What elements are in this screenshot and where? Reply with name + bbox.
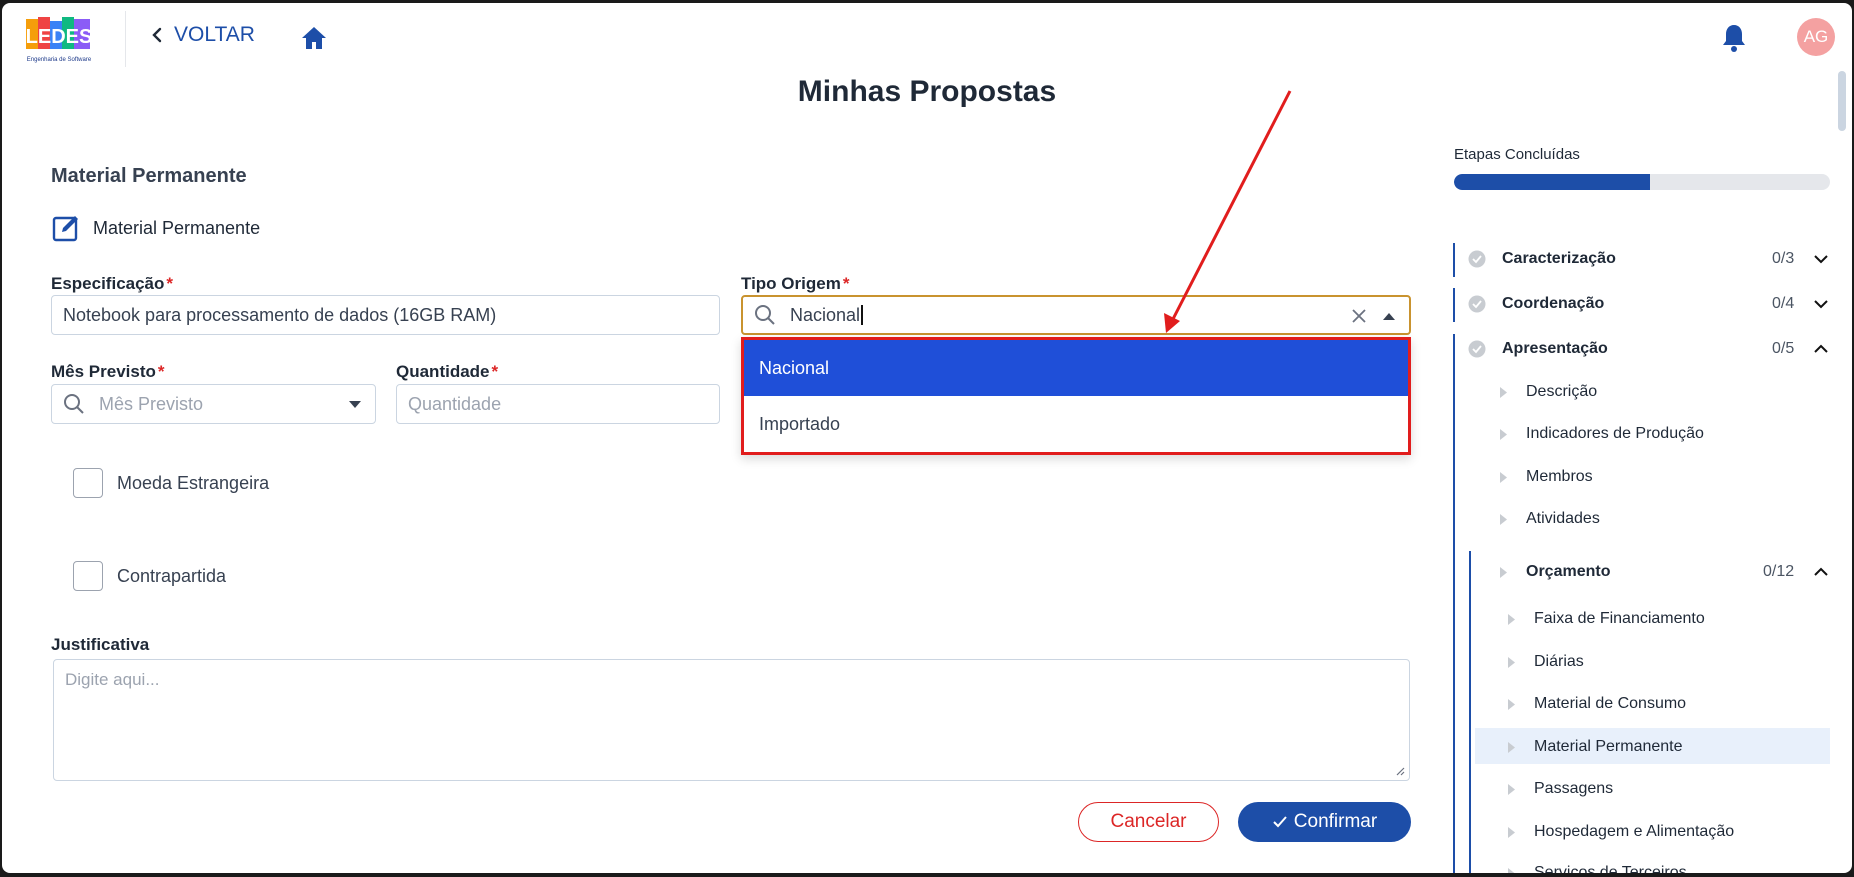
sidebar-item-hospedagem[interactable]: Hospedagem e Alimentação xyxy=(1507,823,1734,841)
check-icon xyxy=(1273,816,1287,828)
back-label: VOLTAR xyxy=(174,23,255,46)
search-icon xyxy=(755,305,775,325)
home-icon[interactable] xyxy=(300,25,328,51)
confirm-label: Confirmar xyxy=(1293,811,1378,832)
back-button[interactable]: VOLTAR xyxy=(150,23,255,47)
section-marker xyxy=(1453,243,1455,277)
check-circle-icon xyxy=(1468,340,1486,358)
edit-icon xyxy=(52,216,78,242)
caret-right-icon xyxy=(1508,656,1515,668)
tipo-origem-value: Nacional xyxy=(790,304,861,325)
contrapartida-row: Contrapartida xyxy=(73,561,226,591)
option-importado[interactable]: Importado xyxy=(744,396,1408,452)
search-icon xyxy=(64,394,84,414)
mes-previsto-placeholder: Mês Previsto xyxy=(99,393,204,414)
caret-right-icon xyxy=(1508,826,1515,838)
moeda-estrangeira-label: Moeda Estrangeira xyxy=(117,472,270,493)
page-title: Minhas Propostas xyxy=(797,75,1057,108)
chevron-up-icon xyxy=(1814,567,1828,576)
steps-label: Etapas Concluídas xyxy=(1454,146,1580,163)
resize-handle-icon[interactable] xyxy=(1395,766,1405,776)
chevron-up-icon xyxy=(1814,344,1828,353)
contrapartida-checkbox[interactable] xyxy=(73,561,103,591)
option-nacional[interactable]: Nacional xyxy=(744,340,1408,396)
contrapartida-label: Contrapartida xyxy=(117,565,227,586)
sidebar-item-indicadores[interactable]: Indicadores de Produção xyxy=(1499,425,1704,443)
moeda-estrangeira-row: Moeda Estrangeira xyxy=(73,468,269,498)
sidebar-item-material-consumo[interactable]: Material de Consumo xyxy=(1507,695,1686,713)
quantidade-label: Quantidade * xyxy=(396,362,499,381)
justificativa-placeholder: Digite aqui... xyxy=(65,670,160,689)
sidebar-item-passagens[interactable]: Passagens xyxy=(1507,780,1613,798)
scrollbar[interactable] xyxy=(1838,71,1846,131)
sidebar-section-caracterizacao[interactable]: Caracterização 0/3 xyxy=(1468,248,1830,270)
sidebar-item-diarias[interactable]: Diárias xyxy=(1507,653,1584,671)
caret-right-icon xyxy=(1508,741,1515,753)
header-divider xyxy=(125,11,126,67)
check-circle-icon xyxy=(1468,295,1486,313)
ledes-logo: LEDES Engenharia de Software xyxy=(24,15,94,63)
text-cursor xyxy=(861,305,863,325)
caret-right-icon xyxy=(1500,513,1507,525)
section-marker xyxy=(1453,334,1455,873)
chevron-down-icon xyxy=(1814,255,1828,264)
justificativa-textarea[interactable]: Digite aqui... xyxy=(53,659,1410,781)
sidebar-item-faixa-financiamento[interactable]: Faixa de Financiamento xyxy=(1507,610,1705,628)
cancel-button[interactable]: Cancelar xyxy=(1078,802,1219,842)
caret-up-icon[interactable] xyxy=(1382,312,1396,321)
quantidade-placeholder: Quantidade xyxy=(408,393,502,414)
chevron-down-icon xyxy=(1814,300,1828,309)
item-subtitle-label: Material Permanente xyxy=(93,217,261,238)
tipo-origem-dropdown: Nacional Importado xyxy=(741,337,1411,455)
section-marker xyxy=(1453,288,1455,322)
tipo-origem-select[interactable]: Nacional xyxy=(741,295,1411,335)
steps-progress-bar xyxy=(1454,174,1830,190)
screen-frame: LEDES Engenharia de Software VOLTAR AG M… xyxy=(0,0,1854,877)
caret-right-icon xyxy=(1500,428,1507,440)
caret-right-icon xyxy=(1508,613,1515,625)
item-subtitle: Material Permanente xyxy=(51,213,260,243)
justificativa-label: Justificativa xyxy=(51,635,150,654)
mes-previsto-select[interactable]: Mês Previsto xyxy=(51,384,376,424)
bell-icon[interactable] xyxy=(1721,23,1747,53)
sidebar-item-descricao[interactable]: Descrição xyxy=(1499,383,1597,401)
sidebar-item-membros[interactable]: Membros xyxy=(1499,468,1593,486)
caret-right-icon xyxy=(1500,471,1507,483)
especificacao-label: Especificação * xyxy=(51,274,174,293)
moeda-estrangeira-checkbox[interactable] xyxy=(73,468,103,498)
svg-text:Engenharia de Software: Engenharia de Software xyxy=(27,57,92,63)
sidebar-section-coordenacao[interactable]: Coordenação 0/4 xyxy=(1468,293,1830,315)
user-avatar[interactable]: AG xyxy=(1797,18,1835,56)
check-circle-icon xyxy=(1468,250,1486,268)
quantidade-input[interactable]: Quantidade xyxy=(396,384,720,424)
caret-right-icon xyxy=(1500,566,1507,578)
steps-progress-fill xyxy=(1454,174,1650,190)
especificacao-input[interactable]: Notebook para processamento de dados (16… xyxy=(51,295,720,335)
sidebar-item-servicos-terceiros[interactable]: Serviços de Terceiros xyxy=(1507,864,1687,873)
confirm-button[interactable]: Confirmar xyxy=(1238,802,1411,842)
app-page: LEDES Engenharia de Software VOLTAR AG M… xyxy=(2,3,1852,873)
caret-right-icon xyxy=(1508,867,1515,873)
section-marker xyxy=(1469,551,1471,873)
caret-right-icon xyxy=(1508,698,1515,710)
caret-right-icon xyxy=(1500,386,1507,398)
sidebar-item-atividades[interactable]: Atividades xyxy=(1499,510,1600,528)
chevron-left-icon xyxy=(152,27,162,43)
svg-text:LEDES: LEDES xyxy=(26,26,93,48)
sidebar-item-material-permanente[interactable]: Material Permanente xyxy=(1507,738,1683,756)
mes-previsto-label: Mês Previsto * xyxy=(51,362,165,381)
caret-down-icon[interactable] xyxy=(348,400,362,409)
caret-right-icon xyxy=(1508,783,1515,795)
tipo-origem-label: Tipo Origem * xyxy=(741,274,850,293)
sidebar-section-orcamento[interactable]: Orçamento 0/12 xyxy=(1499,561,1830,583)
section-title: Material Permanente xyxy=(51,165,247,187)
sidebar-section-apresentacao[interactable]: Apresentação 0/5 xyxy=(1468,338,1830,360)
clear-icon[interactable] xyxy=(1351,308,1367,324)
